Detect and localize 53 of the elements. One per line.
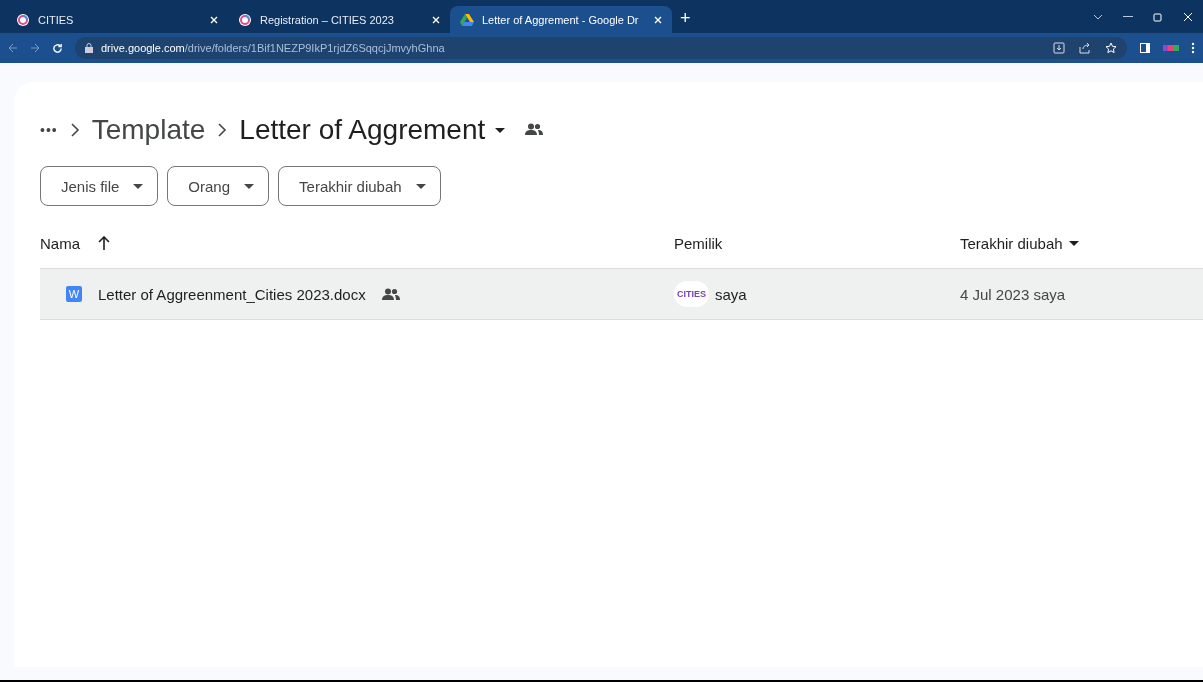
chevron-right-icon	[217, 123, 228, 137]
folder-menu-button[interactable]: Letter of Aggrement	[239, 114, 506, 146]
caret-icon	[1068, 240, 1079, 246]
browser-tab[interactable]: Registration – CITIES 2023	[228, 6, 450, 33]
caret-icon	[415, 183, 426, 189]
file-name: Letter of Aggreenment_Cities 2023.docx	[98, 285, 366, 303]
browser-tab[interactable]: Letter of Aggrement - Google Dr	[450, 6, 672, 33]
filter-chip[interactable]: Orang	[167, 166, 270, 206]
install-icon[interactable]	[1053, 42, 1065, 54]
back-icon[interactable]	[8, 43, 18, 53]
modified-date: 4 Jul 2023 saya	[960, 285, 1066, 303]
tab-title: Registration – CITIES 2023	[260, 13, 395, 26]
caret-icon	[244, 183, 255, 189]
filter-chip[interactable]: Terakhir diubah	[278, 166, 441, 206]
chevron-right-icon	[69, 123, 80, 137]
people-icon	[381, 288, 400, 300]
reload-icon[interactable]	[52, 42, 63, 54]
filter-chip[interactable]: Jenis file	[40, 166, 159, 206]
arrow-up-icon[interactable]	[98, 236, 110, 250]
file-row[interactable]: W Letter of Aggreenment_Cities 2023.docx CITIES saya 4 Jul 2023 saya	[40, 269, 1203, 320]
caret-icon	[133, 183, 144, 189]
owner-logo: CITIES	[674, 281, 709, 307]
tab-title: CITIES	[38, 13, 75, 26]
caret-icon	[495, 127, 506, 133]
browser-tab[interactable]: CITIES	[6, 6, 228, 33]
star-icon[interactable]	[1105, 42, 1117, 54]
new-tab-button[interactable]: +	[680, 8, 691, 29]
close-icon[interactable]	[1183, 11, 1193, 22]
address-bar[interactable]: drive.google.com/drive/folders/1Bif1NEZP9IkP1rjdZ6SqqcjJmvyhGhna	[75, 37, 1127, 59]
minimize-icon[interactable]	[1123, 15, 1133, 18]
menu-icon[interactable]	[1191, 42, 1195, 54]
share-icon[interactable]	[1079, 42, 1091, 54]
close-icon[interactable]	[654, 15, 662, 24]
tab-title: Letter of Aggrement - Google Dr	[482, 13, 640, 26]
close-icon[interactable]	[432, 15, 440, 24]
column-header[interactable]: Terakhir diubah	[960, 234, 1063, 252]
more-button[interactable]: •••	[40, 122, 58, 138]
people-icon	[525, 123, 544, 135]
site-icon	[238, 12, 252, 27]
owner-name: saya	[715, 285, 747, 303]
breadcrumb-link[interactable]: Template	[91, 114, 206, 146]
restore-icon[interactable]	[1153, 11, 1163, 22]
close-icon[interactable]	[210, 15, 218, 24]
site-icon	[460, 12, 474, 27]
word-file-icon: W	[66, 286, 82, 302]
chevron-down-icon[interactable]	[1093, 13, 1103, 20]
column-header[interactable]: Nama	[40, 234, 80, 252]
lock-icon	[85, 43, 93, 53]
url-text: drive.google.com/drive/folders/1Bif1NEZP9IkP1rjdZ6SqqcjJmvyhGhna	[101, 42, 445, 54]
column-header[interactable]: Pemilik	[674, 234, 723, 252]
forward-icon[interactable]	[30, 43, 40, 53]
side-panel-icon[interactable]	[1139, 42, 1151, 54]
site-icon	[16, 12, 30, 27]
